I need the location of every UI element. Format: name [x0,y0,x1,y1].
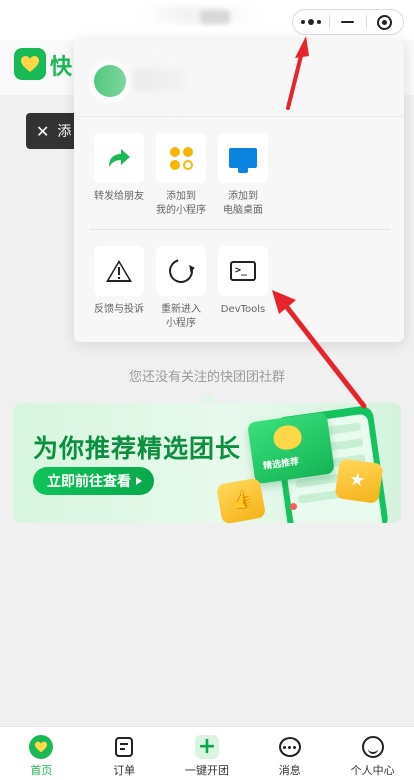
more-dots-icon [301,19,321,25]
view-now-button[interactable]: 立即前往查看 [33,467,154,495]
close-icon[interactable]: ✕ [36,122,49,141]
tab-label: 个人中心 [350,764,395,777]
minimize-button[interactable] [330,10,366,34]
warning-icon [106,260,132,282]
reload-icon [164,254,198,288]
heart-logo-icon [21,56,39,72]
window-titlebar [0,0,414,40]
tab-orders[interactable]: 订单 [83,727,166,780]
play-triangle-icon [136,477,142,485]
tab-profile[interactable]: 个人中心 [331,727,414,780]
tab-home[interactable]: 首页 [0,727,83,780]
menu-item-label: 转发给朋友 [94,191,144,202]
tab-label: 首页 [30,764,53,777]
bottom-tab-bar: 首页 订单 + 一键开团 消息 个人中心 [0,726,414,780]
bubble-pointer [201,392,217,402]
share-arrow-icon [109,149,130,167]
recommend-banner[interactable]: 为你推荐精选团长 立即前往查看 精选推荐 👍 ★ [13,403,401,523]
target-close-icon [377,14,393,30]
view-now-label: 立即前往查看 [47,474,131,490]
thumbs-up-icon: 👍 [215,477,267,523]
terminal-icon: >_ [230,261,256,281]
menu-item-feedback[interactable]: 反馈与投诉 [88,246,150,317]
banner-title: 为你推荐精选团长 [33,434,242,463]
featured-card-illustration: 精选推荐 [247,411,335,485]
chat-icon [278,737,301,757]
menu-item-label: 反馈与投诉 [94,304,144,315]
tab-label: 订单 [113,764,136,777]
desktop-icon [229,148,257,173]
menu-item-add-desktop[interactable]: 添加到 电脑桌面 [212,133,274,217]
close-button[interactable] [367,10,403,34]
tab-label: 消息 [278,764,301,777]
menu-item-label: 添加到 我的小程序 [156,191,206,216]
menu-item-add-mini-program[interactable]: 添加到 我的小程序 [150,133,212,217]
more-button[interactable] [293,10,329,34]
minimize-icon [341,21,355,23]
app-name: 快 [50,55,73,80]
app-logo [14,48,46,80]
more-menu-popup: 转发给朋友 添加到 我的小程序 添加到 电脑桌面 反馈与投诉 重新进入 小程序 … [74,39,404,342]
empty-state-text: 您还没有关注的快团团社群 [128,370,285,385]
plus-icon: + [194,735,219,759]
tab-create-group[interactable]: + 一键开团 [166,727,249,780]
featured-card-label: 精选推荐 [262,457,300,472]
popup-header [74,39,404,117]
order-icon [115,737,134,757]
user-star-icon: ★ [334,458,384,504]
menu-item-label: 重新进入 小程序 [161,304,201,329]
popup-divider [90,229,390,230]
decor-dot [290,503,297,510]
menu-item-label: DevTools [220,304,266,315]
toast-text: 添 [57,124,72,140]
mini-program-icon [169,146,193,170]
menu-item-share[interactable]: 转发给朋友 [88,133,150,204]
menu-item-reenter[interactable]: 重新进入 小程序 [150,246,212,330]
home-icon [29,735,54,759]
menu-item-devtools[interactable]: >_ DevTools [212,246,274,317]
blurred-title [200,10,230,24]
user-icon [361,736,384,758]
menu-item-label: 添加到 电脑桌面 [223,191,263,216]
tab-messages[interactable]: 消息 [248,727,331,780]
tab-label: 一键开团 [184,764,229,777]
mini-program-capsule [292,9,404,35]
